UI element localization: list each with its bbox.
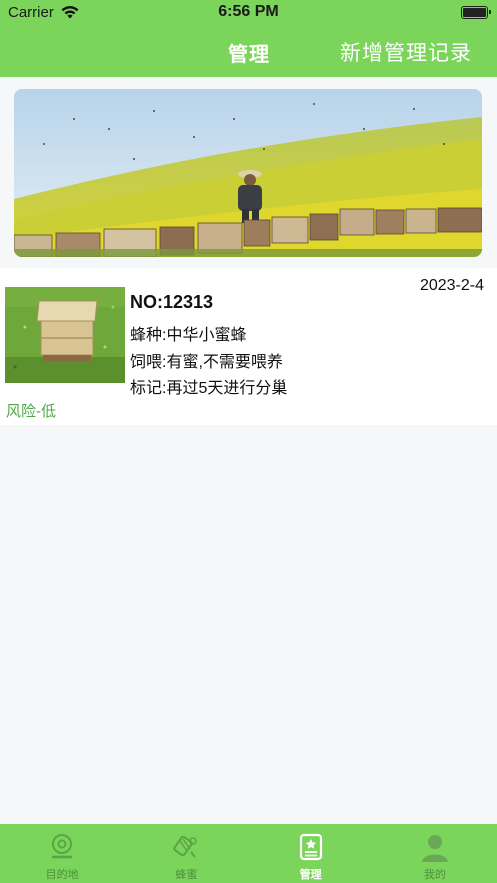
record-note: 标记:再过5天进行分巢: [130, 380, 288, 397]
tab-label: 我的: [423, 869, 446, 881]
record-feeding: 饲喂:有蜜,不需要喂养: [130, 354, 283, 371]
risk-badge: 风险-低: [6, 403, 56, 420]
tab-label: 目的地: [45, 869, 79, 881]
tab-me[interactable]: 我的: [373, 824, 497, 883]
nav-bar: 管理 新增管理记录: [0, 26, 497, 77]
record-number: NO:12313: [130, 292, 214, 312]
tab-destination[interactable]: 目的地: [0, 824, 124, 883]
battery-icon: [461, 6, 491, 19]
record-date: 2023-2-4: [419, 277, 484, 294]
bee-icon: [173, 835, 198, 858]
user-icon: [421, 835, 448, 862]
record-card[interactable]: 2023-2-4 NO:12313 蜂种:中华小蜜蜂 饲喂:有蜜,不需要喂养 标…: [0, 268, 497, 425]
clipboard-icon: [299, 833, 322, 861]
add-record-button[interactable]: 新增管理记录: [340, 37, 472, 67]
page-title: 管理: [228, 44, 270, 66]
clock: 6:56 PM: [218, 3, 279, 20]
location-icon: [52, 834, 73, 859]
status-bar: Carrier 6:56 PM: [0, 0, 497, 26]
record-species: 蜂种:中华小蜜蜂: [130, 327, 247, 344]
tab-label: 蜂蜜: [175, 869, 198, 881]
tab-label: 管理: [299, 869, 322, 881]
banner-image: [14, 89, 482, 257]
hive-thumbnail: [5, 287, 125, 383]
tab-honey[interactable]: 蜂蜜: [124, 824, 248, 883]
tab-manage[interactable]: 管理: [249, 824, 373, 883]
tab-bar: 目的地 蜂蜜 管理 我的: [0, 824, 497, 883]
